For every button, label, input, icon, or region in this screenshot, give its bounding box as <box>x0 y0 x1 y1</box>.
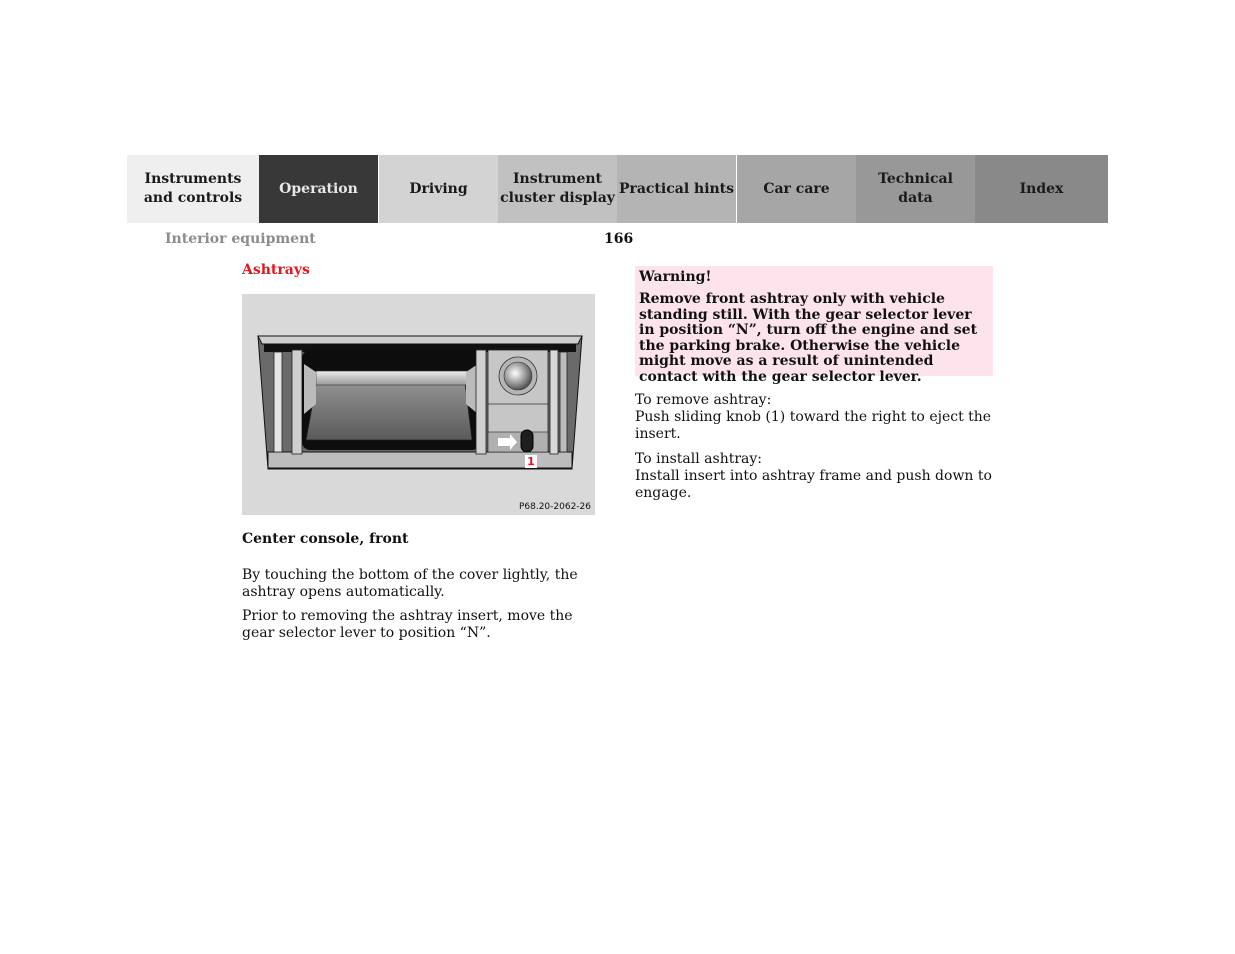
tab-label: Driving <box>409 180 468 197</box>
warning-box: Warning! Remove front ashtray only with … <box>635 266 993 385</box>
page-number: 166 <box>604 231 634 247</box>
paragraph-prior-removal: Prior to removing the ashtray insert, mo… <box>242 608 573 641</box>
tab-label: Instrument <box>513 171 602 187</box>
tab-label: Car care <box>763 180 830 197</box>
tab-label: cluster display <box>500 190 615 206</box>
install-instructions: To install ashtray: Install insert into … <box>635 451 995 502</box>
tab-label: Operation <box>279 180 358 197</box>
install-title: To install ashtray: <box>635 451 763 467</box>
paragraph-cover: By touching the bottom of the cover ligh… <box>242 567 578 600</box>
install-text: Install insert into ashtray frame and pu… <box>635 468 992 501</box>
tab-driving[interactable]: Driving <box>378 155 498 223</box>
sliding-knob <box>520 429 534 453</box>
remove-title: To remove ashtray: <box>635 392 772 408</box>
tab-car-care[interactable]: Car care <box>736 155 856 223</box>
figure-caption: Center console, front <box>242 531 409 547</box>
tab-label: Index <box>1019 180 1064 197</box>
tab-label: Instruments <box>144 171 242 187</box>
tab-instrument-cluster-display[interactable]: Instrument cluster display <box>498 155 617 223</box>
section-heading: Ashtrays <box>242 262 310 278</box>
tab-practical-hints[interactable]: Practical hints <box>617 155 736 223</box>
warning-body: Remove front ashtray only with vehicle s… <box>639 291 978 385</box>
tab-label: and controls <box>143 190 243 206</box>
figure-code: P68.20-2062-26 <box>518 502 591 512</box>
tab-operation[interactable]: Operation <box>259 155 378 223</box>
tab-technical-data[interactable]: Technical data <box>856 155 975 223</box>
chapter-nav: Instruments and controls Operation Drivin… <box>127 155 1108 223</box>
callout-1: 1 <box>525 455 537 468</box>
tab-label: Practical hints <box>618 180 735 197</box>
section-label: Interior equipment <box>165 231 316 247</box>
remove-text: Push sliding knob (1) toward the right t… <box>635 409 992 442</box>
tab-instruments-and-controls[interactable]: Instruments and controls <box>127 155 259 223</box>
warning-title: Warning! <box>639 269 712 285</box>
ashtray-illustration: 1 P68.20-2062-26 <box>242 294 595 515</box>
ashtray-drawing <box>257 335 583 470</box>
remove-instructions: To remove ashtray: Push sliding knob (1)… <box>635 392 995 443</box>
tab-label: data <box>898 190 933 206</box>
tab-label: Technical <box>878 171 953 187</box>
tab-index[interactable]: Index <box>975 155 1108 223</box>
